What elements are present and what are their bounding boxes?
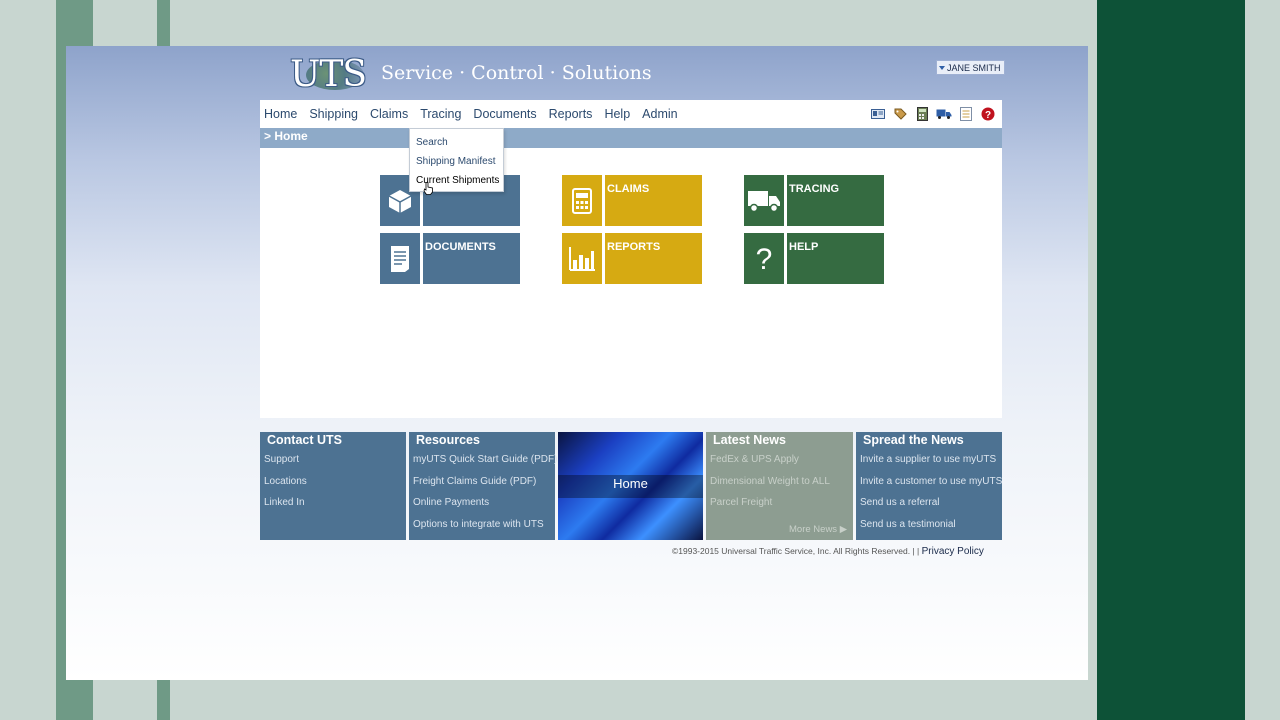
footer-link-integrate[interactable]: Options to integrate with UTS [409,514,555,536]
truck-icon [744,175,784,226]
nav-shipping[interactable]: Shipping [309,107,358,121]
spread-link-testimonial[interactable]: Send us a testimonial [856,514,1002,536]
footer-spread-title: Spread the News [863,433,964,447]
spread-link-customer[interactable]: Invite a customer to use myUTS [856,471,1002,493]
tile-help-label: HELP [787,233,884,284]
uts-logo[interactable]: UTS [290,54,374,96]
main-nav: Home Shipping Claims Tracing Documents R… [260,100,1002,128]
calculator-icon[interactable] [914,106,930,122]
help-icon[interactable]: ? [980,106,996,122]
content-panel: Home Shipping Claims Tracing Documents R… [260,100,1002,418]
tagline: Service · Control · Solutions [381,62,652,84]
calculator-icon [562,175,602,226]
spread-link-referral[interactable]: Send us a referral [856,492,1002,514]
tag-icon[interactable] [892,106,908,122]
privacy-policy-link[interactable]: Privacy Policy [922,546,984,557]
nav-claims[interactable]: Claims [370,107,408,121]
footer-news-title: Latest News [713,433,786,447]
user-name: JANE SMITH [947,62,1001,73]
home-image-banner[interactable]: Home [558,432,703,540]
nav-home[interactable]: Home [264,107,297,121]
svg-text:?: ? [985,110,991,121]
spread-link-supplier[interactable]: Invite a supplier to use myUTS [856,449,1002,471]
document-icon[interactable] [958,106,974,122]
footer-link-claims-guide[interactable]: Freight Claims Guide (PDF) [409,471,555,493]
breadcrumb: > Home [260,128,1002,148]
copyright-text: ©1993-2015 Universal Traffic Service, In… [672,546,920,556]
footer-resources: Resources myUTS Quick Start Guide (PDF) … [409,432,557,540]
footer-link-locations[interactable]: Locations [260,471,406,493]
footer-link-linkedin[interactable]: Linked In [260,492,406,514]
footer-link-support[interactable]: Support [260,449,406,471]
tile-reports-label: REPORTS [605,233,702,284]
document-icon [380,233,420,284]
news-link-fedex-ups[interactable]: FedEx & UPS Apply [706,449,853,471]
hand-cursor-icon [423,180,434,199]
footer-resources-title: Resources [416,433,480,447]
footer-contact: Contact UTS Support Locations Linked In [260,432,406,540]
tile-claims-label: CLAIMS [605,175,702,226]
dropdown-search[interactable]: Search [410,133,503,152]
nav-documents[interactable]: Documents [473,107,536,121]
image-caption: Home [613,476,648,491]
user-menu[interactable]: JANE SMITH [936,60,1005,75]
caret-down-icon [939,65,945,70]
more-news-link[interactable]: More News ▶ [789,524,847,535]
svg-text:?: ? [756,244,773,274]
truck-icon[interactable] [936,106,952,122]
bar-chart-icon [562,233,602,284]
copyright: ©1993-2015 Universal Traffic Service, In… [672,546,984,557]
toolbar-icons: ? [870,106,996,122]
news-link-dim-weight[interactable]: Dimensional Weight to ALL [706,471,853,493]
footer-contact-title: Contact UTS [267,433,342,447]
question-icon: ? [744,233,784,284]
web-page: UTS Service · Control · Solutions JANE S… [66,46,1088,680]
id-card-icon[interactable] [870,106,886,122]
nav-reports[interactable]: Reports [549,107,593,121]
nav-help[interactable]: Help [604,107,630,121]
frame-bar-right [1097,0,1245,720]
nav-tracing[interactable]: Tracing [420,107,461,121]
dropdown-shipping-manifest[interactable]: Shipping Manifest [410,152,503,171]
tile-tracing-label: TRACING [787,175,884,226]
nav-admin[interactable]: Admin [642,107,677,121]
footer-link-online-payments[interactable]: Online Payments [409,492,555,514]
footer-spread: Spread the News Invite a supplier to use… [856,432,1002,540]
news-link-parcel-freight[interactable]: Parcel Freight [706,492,853,514]
tile-documents-label: DOCUMENTS [423,233,520,284]
logo-text: UTS [290,54,367,95]
footer-link-quick-start[interactable]: myUTS Quick Start Guide (PDF) [409,449,557,471]
footer-news: Latest News FedEx & UPS Apply Dimensiona… [706,432,853,540]
